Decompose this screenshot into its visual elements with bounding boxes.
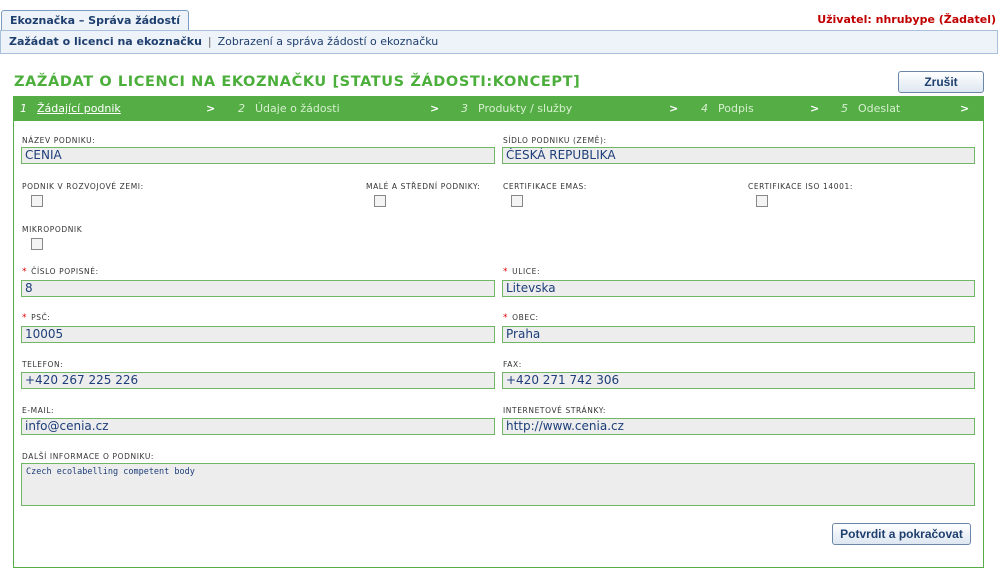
zip-label: * PSČ: — [22, 313, 51, 323]
confirm-continue-button[interactable]: Potvrdit a pokračovat — [832, 523, 971, 545]
micro-checkbox[interactable] — [31, 238, 43, 250]
nav-item-request-license[interactable]: Zažádat o licenci na ekoznačku — [9, 31, 202, 53]
seat-field[interactable]: ČESKÁ REPUBLIKA — [502, 147, 975, 164]
company-name-field[interactable]: CENIA — [21, 147, 495, 164]
required-mark: * — [22, 267, 28, 277]
web-label: INTERNETOVÉ STRÁNKY: — [503, 406, 607, 415]
sme-checkbox[interactable] — [374, 195, 386, 207]
step-3[interactable]: 3 Produkty / služby — [461, 97, 572, 121]
iso-label: CERTIFIKACE ISO 14001: — [748, 182, 853, 191]
nav-separator: | — [207, 35, 212, 48]
other-info-textarea[interactable]: Czech ecolabelling competent body — [21, 463, 975, 506]
iso-checkbox[interactable] — [756, 195, 768, 207]
fax-label: FAX: — [503, 360, 522, 369]
step-arrow-icon: > — [206, 102, 216, 115]
micro-label: MIKROPODNIK — [22, 225, 83, 234]
developing-country-label: PODNIK V ROZVOJOVÉ ZEMI: — [22, 182, 144, 191]
other-info-label: DALŠÍ INFORMACE O PODNIKU: — [22, 452, 155, 461]
step-arrow-icon: > — [810, 102, 820, 115]
company-name-label: NÁZEV PODNIKU: — [22, 136, 96, 145]
house-number-field[interactable]: 8 — [21, 280, 495, 297]
user-label: Uživatel: nhrubype (Žadatel) — [817, 13, 996, 26]
phone-field[interactable]: +420 267 225 226 — [21, 372, 495, 389]
sme-label: MALÉ A STŘEDNÍ PODNIKY: — [366, 182, 481, 191]
street-label: * ULICE: — [503, 267, 541, 277]
house-number-label: * ČÍSLO POPISNÉ: — [22, 267, 99, 277]
step-5[interactable]: 5 Odeslat — [841, 97, 900, 121]
app-tab[interactable]: Ekoznačka – Správa žádostí — [1, 10, 190, 30]
nav-bar: Zažádat o licenci na ekoznačku | Zobrazení… — [0, 30, 998, 54]
city-field[interactable]: Praha — [502, 326, 975, 343]
street-field[interactable]: Litevska — [502, 280, 975, 297]
required-mark: * — [503, 267, 509, 277]
emas-checkbox[interactable] — [511, 195, 523, 207]
required-mark: * — [503, 313, 509, 323]
step-bar: 1 Žádající podnik > 2 Údaje o žádosti > 3P… — [14, 97, 983, 121]
step-4[interactable]: 4 Podpis — [701, 97, 754, 121]
required-mark: * — [22, 313, 28, 323]
phone-label: TELEFON: — [22, 360, 64, 369]
step-arrow-icon: > — [430, 102, 440, 115]
step-1[interactable]: 1 Žádající podnik — [20, 97, 121, 121]
step-arrow-icon: > — [669, 102, 679, 115]
zip-field[interactable]: 10005 — [21, 326, 495, 343]
page-title: ZAŽÁDAT O LICENCI NA EKOZNAČKU [STATUS Ž… — [14, 74, 581, 90]
cancel-request-button[interactable]: Zrušit žádost — [898, 71, 984, 109]
email-field[interactable]: info@cenia.cz — [21, 418, 495, 435]
seat-label: SÍDLO PODNIKU (ZEMĚ): — [503, 136, 607, 145]
city-label: * OBEC: — [503, 313, 539, 323]
developing-country-checkbox[interactable] — [31, 195, 43, 207]
top-bar: Ekoznačka – Správa žádostí Uživatel: nhr… — [0, 0, 998, 30]
web-field[interactable]: http://www.cenia.cz — [502, 418, 975, 435]
emas-label: CERTIFIKACE EMAS: — [503, 182, 587, 191]
step-arrow-icon: > — [960, 102, 970, 115]
email-label: E-MAIL: — [22, 406, 55, 415]
fax-field[interactable]: +420 271 742 306 — [502, 372, 975, 389]
step-2[interactable]: 2 Údaje o žádosti — [238, 97, 340, 121]
nav-item-manage-requests[interactable]: Zobrazení a správa žádostí o ekoznačku — [218, 31, 439, 53]
